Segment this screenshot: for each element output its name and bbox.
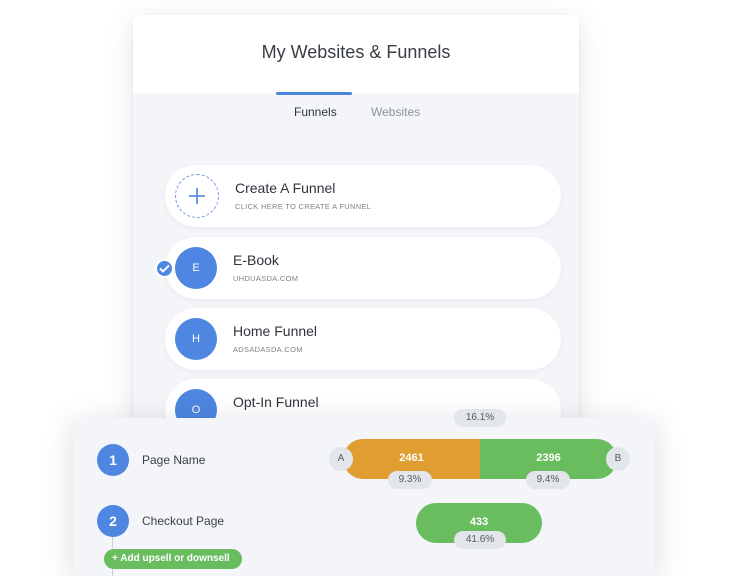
create-funnel-button[interactable] bbox=[175, 174, 219, 218]
funnel-stats-panel: 16.1% 1 Page Name 2 Checkout Page 2461 2… bbox=[73, 409, 655, 576]
tab-funnels[interactable]: Funnels bbox=[294, 105, 337, 119]
selected-check-icon bbox=[155, 259, 174, 278]
checkout-percent: 41.6% bbox=[454, 531, 506, 549]
funnel-title: Opt-In Funnel bbox=[233, 394, 319, 410]
plus-icon bbox=[189, 188, 205, 204]
step-number-badge: 1 bbox=[97, 444, 129, 476]
app-stage: My Websites & Funnels Funnels Websites C… bbox=[0, 0, 749, 576]
funnel-title: Home Funnel bbox=[233, 323, 318, 339]
variant-b-percent: 9.4% bbox=[526, 471, 570, 489]
funnel-title: E-Book bbox=[233, 252, 279, 268]
websites-funnels-panel: My Websites & Funnels Funnels Websites C… bbox=[133, 15, 579, 435]
page-title: My Websites & Funnels bbox=[261, 42, 451, 62]
funnel-avatar: H bbox=[175, 318, 217, 360]
create-funnel-subtitle: CLICK HERE TO CREATE A FUNNEL bbox=[235, 202, 372, 211]
variant-a-percent: 9.3% bbox=[388, 471, 432, 489]
funnel-domain: ADSADASDA.COM bbox=[233, 345, 303, 354]
tab-websites[interactable]: Websites bbox=[371, 105, 420, 119]
step-name: Page Name bbox=[142, 453, 206, 467]
create-funnel-title: Create A Funnel bbox=[235, 180, 336, 196]
step-number-badge: 2 bbox=[97, 505, 129, 537]
funnel-card-ebook[interactable]: E E-Book UHDUASDA.COM bbox=[155, 237, 561, 299]
panel-header: My Websites & Funnels bbox=[133, 15, 579, 93]
step-name: Checkout Page bbox=[142, 514, 225, 528]
partial-percent-badge: 16.1% bbox=[454, 409, 506, 427]
add-upsell-button[interactable]: + Add upsell or downsell bbox=[104, 549, 242, 569]
active-tab-indicator bbox=[276, 92, 352, 95]
variant-b-label: B bbox=[606, 447, 630, 471]
funnel-avatar: E bbox=[175, 247, 217, 289]
funnel-domain: UHDUASDA.COM bbox=[233, 274, 299, 283]
variant-a-label: A bbox=[329, 447, 353, 471]
create-funnel-card[interactable]: Create A Funnel CLICK HERE TO CREATE A F… bbox=[165, 165, 561, 227]
checkout-value: 433 bbox=[469, 516, 489, 528]
variant-b-value: 2396 bbox=[536, 452, 561, 464]
funnel-card-home[interactable]: H Home Funnel ADSADASDA.COM bbox=[165, 308, 561, 370]
variant-a-value: 2461 bbox=[399, 452, 424, 464]
tab-bar: Funnels Websites bbox=[133, 92, 579, 133]
